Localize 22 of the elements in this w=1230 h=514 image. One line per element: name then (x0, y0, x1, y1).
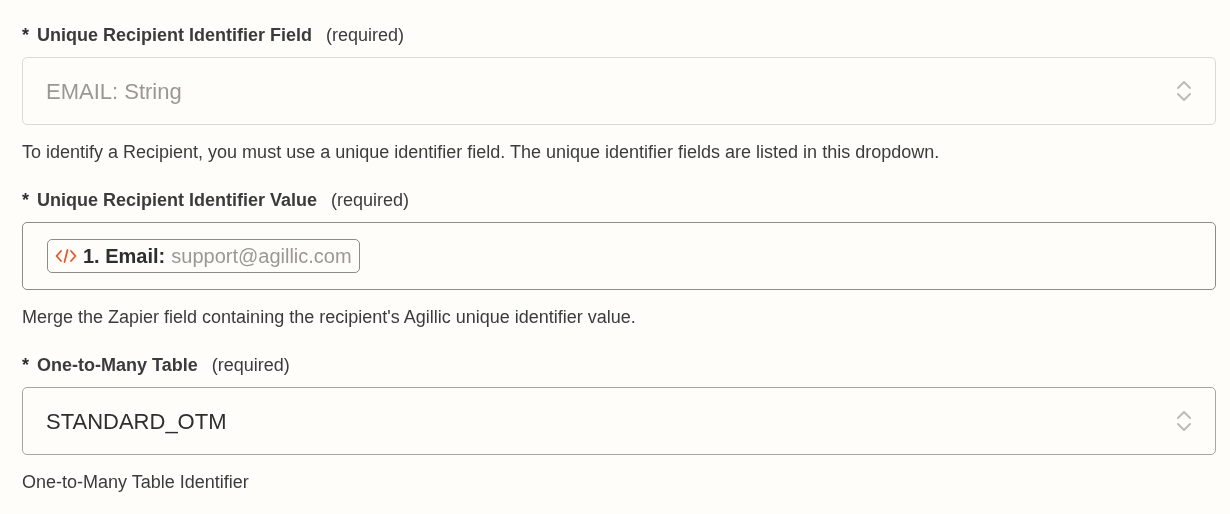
up-down-chevron-icon (1175, 409, 1193, 433)
field-value: EMAIL: String (46, 77, 182, 106)
pill-value: support@agillic.com (171, 244, 352, 269)
required-note: (required) (326, 24, 405, 47)
required-note: (required) (211, 354, 290, 377)
field-label: One-to-Many Table (37, 354, 198, 377)
field-label: Unique Recipient Identifier Field (37, 24, 313, 47)
up-down-chevron-icon (1175, 79, 1193, 103)
pill-label: 1. Email: (83, 244, 166, 269)
help-text: One-to-Many Table Identifier (22, 471, 250, 494)
merge-field-pill[interactable]: 1. Email: support@agillic.com (47, 239, 360, 273)
code-icon (55, 248, 77, 264)
field-value: STANDARD_OTM (46, 407, 227, 436)
required-note: (required) (331, 189, 410, 212)
input-field[interactable]: 1. Email: support@agillic.com (22, 222, 1216, 290)
field-label: Unique Recipient Identifier Value (37, 189, 318, 212)
help-text: Merge the Zapier field containing the recipient's Agillic unique identifier value. (22, 306, 637, 329)
dropdown-field[interactable]: STANDARD_OTM (22, 387, 1216, 455)
required-asterisk: * (22, 189, 29, 212)
required-asterisk: * (22, 24, 29, 47)
help-text: To identify a Recipient, you must use a unique identifier field. The unique identifier fields are listed in this dropdown. (22, 141, 941, 164)
required-asterisk: * (22, 354, 29, 377)
